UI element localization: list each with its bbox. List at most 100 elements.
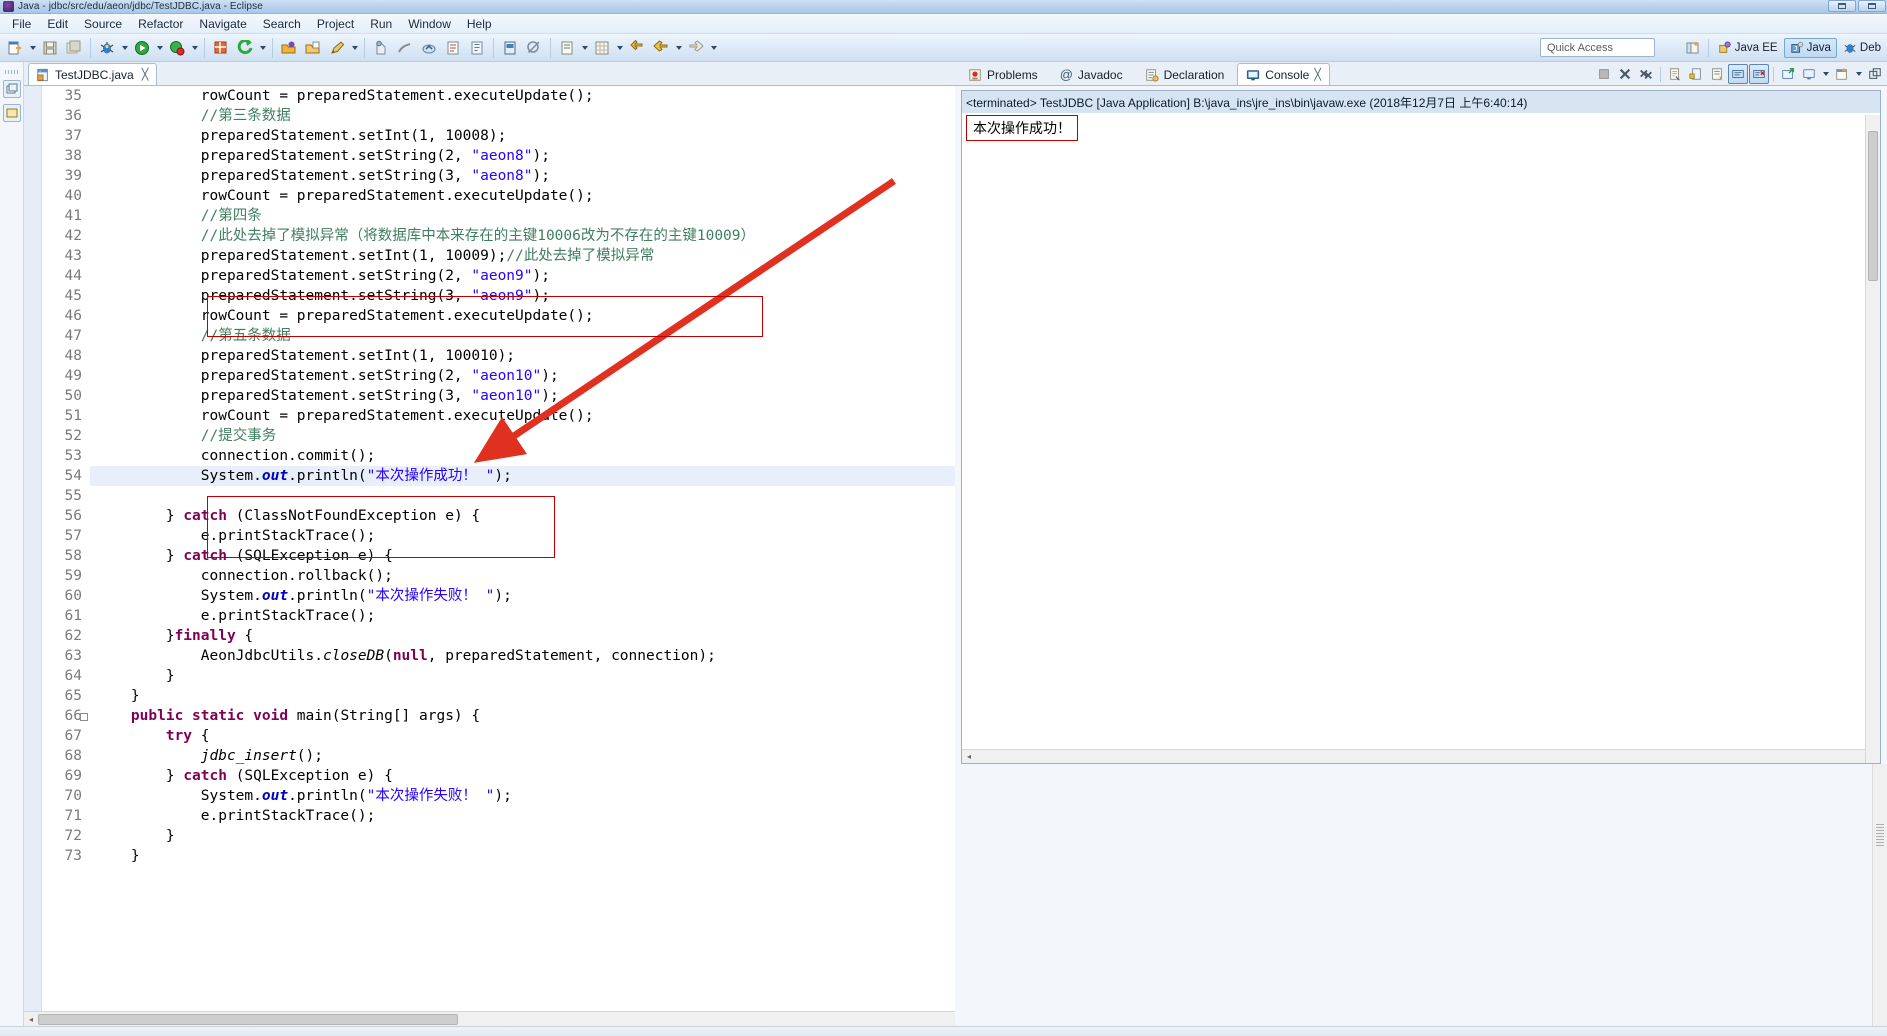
debug-button[interactable] bbox=[96, 37, 118, 59]
menu-file[interactable]: File bbox=[4, 15, 39, 33]
display-selected-console-button[interactable] bbox=[1799, 64, 1819, 84]
next-annotation-button[interactable] bbox=[442, 37, 464, 59]
search-dropdown[interactable] bbox=[349, 37, 360, 59]
tab-console[interactable]: Console ╳ bbox=[1237, 63, 1330, 85]
tab-problems[interactable]: Problems bbox=[959, 63, 1047, 85]
code-line[interactable]: } bbox=[90, 826, 955, 846]
save-all-button[interactable] bbox=[63, 37, 85, 59]
code-line[interactable]: //第五条数据 bbox=[90, 326, 955, 346]
menu-run[interactable]: Run bbox=[362, 15, 400, 33]
perspective-java[interactable]: J Java bbox=[1783, 38, 1837, 58]
show-console-on-output-button[interactable] bbox=[1728, 64, 1748, 84]
tab-javadoc[interactable]: @ Javadoc bbox=[1051, 63, 1132, 85]
perspective-switcher[interactable]: Java EE J Java Deb bbox=[1681, 36, 1887, 60]
code-line[interactable]: preparedStatement.setString(3, "aeon10")… bbox=[90, 386, 955, 406]
forward-dropdown[interactable] bbox=[708, 37, 719, 59]
menubar[interactable]: File Edit Source Refactor Navigate Searc… bbox=[0, 14, 1887, 34]
previous-annotation-button[interactable] bbox=[418, 37, 440, 59]
external-tools-dropdown[interactable] bbox=[257, 37, 268, 59]
code-line[interactable]: } bbox=[90, 666, 955, 686]
menu-refactor[interactable]: Refactor bbox=[130, 15, 191, 33]
back-button[interactable] bbox=[650, 37, 672, 59]
toggle-markoccurrences-button[interactable] bbox=[370, 37, 392, 59]
menu-edit[interactable]: Edit bbox=[39, 15, 76, 33]
open-console-dropdown[interactable] bbox=[1853, 63, 1864, 85]
back-dropdown[interactable] bbox=[673, 37, 684, 59]
display-console-dropdown[interactable] bbox=[1820, 63, 1831, 85]
task-repositories-button[interactable] bbox=[591, 37, 613, 59]
code-line[interactable]: } bbox=[90, 846, 955, 866]
code-line[interactable]: } catch (SQLException e) { bbox=[90, 766, 955, 786]
terminate-button[interactable] bbox=[1594, 64, 1614, 84]
code-line[interactable]: System.out.println("本次操作失败！ "); bbox=[90, 786, 955, 806]
fast-view-item-button[interactable] bbox=[2, 104, 21, 122]
code-line[interactable]: rowCount = preparedStatement.executeUpda… bbox=[90, 186, 955, 206]
code-line[interactable]: try { bbox=[90, 726, 955, 746]
code-line[interactable]: preparedStatement.setString(3, "aeon8"); bbox=[90, 166, 955, 186]
menu-project[interactable]: Project bbox=[309, 15, 362, 33]
console-horizontal-scrollbar[interactable]: ◂ ▸ bbox=[962, 749, 1880, 763]
perspective-debug[interactable]: Deb bbox=[1837, 38, 1887, 58]
quick-access-input[interactable]: Quick Access bbox=[1540, 38, 1655, 57]
remove-all-terminated-button[interactable] bbox=[1636, 64, 1656, 84]
code-line[interactable]: rowCount = preparedStatement.executeUpda… bbox=[90, 86, 955, 106]
save-button[interactable] bbox=[39, 37, 61, 59]
code-line[interactable]: System.out.println("本次操作失败！ "); bbox=[90, 586, 955, 606]
code-viewport[interactable]: 35 36 37 38 39 40 41 42 43 44 45 46 47 48 49 50 51 52 53 54… bbox=[24, 86, 955, 1011]
scroll-left-arrow-icon[interactable]: ◂ bbox=[24, 1015, 38, 1024]
perspective-java-ee[interactable]: Java EE bbox=[1712, 38, 1784, 58]
code-line[interactable]: System.out.println("本次操作成功！ "); bbox=[90, 466, 955, 486]
code-line[interactable]: preparedStatement.setString(2, "aeon8"); bbox=[90, 146, 955, 166]
fast-view-bar[interactable] bbox=[0, 62, 24, 1026]
restore-button[interactable] bbox=[1828, 0, 1856, 12]
code-line[interactable]: jdbc_insert(); bbox=[90, 746, 955, 766]
open-perspective-toolbar-button[interactable] bbox=[556, 37, 578, 59]
code-line[interactable]: preparedStatement.setString(2, "aeon10")… bbox=[90, 366, 955, 386]
code-line[interactable]: } catch (ClassNotFoundException e) { bbox=[90, 506, 955, 526]
open-task-button[interactable] bbox=[302, 37, 324, 59]
code-line[interactable]: connection.rollback(); bbox=[90, 566, 955, 586]
external-tools-button[interactable] bbox=[234, 37, 256, 59]
console-vertical-scrollbar[interactable] bbox=[1865, 115, 1880, 763]
toggle-block-selection-button[interactable] bbox=[523, 37, 545, 59]
clear-console-button[interactable] bbox=[1665, 64, 1685, 84]
show-console-on-error-button[interactable] bbox=[1749, 64, 1769, 84]
open-perspective-button[interactable] bbox=[1681, 37, 1705, 59]
menu-source[interactable]: Source bbox=[76, 15, 130, 33]
view-menu-button[interactable] bbox=[1865, 64, 1885, 84]
view-tabrow[interactable]: Problems @ Javadoc Declaration Console ╳ bbox=[955, 62, 1887, 86]
menu-help[interactable]: Help bbox=[459, 15, 500, 33]
console-vscroll-thumb[interactable] bbox=[1868, 131, 1878, 281]
run-button[interactable] bbox=[131, 37, 153, 59]
code-line[interactable]: preparedStatement.setInt(1, 10009);//此处去… bbox=[90, 246, 955, 266]
code-line[interactable]: } catch (SQLException e) { bbox=[90, 546, 955, 566]
task-repositories-dropdown[interactable] bbox=[614, 37, 625, 59]
fast-view-grip[interactable] bbox=[4, 70, 19, 74]
new-wizard-dropdown[interactable] bbox=[27, 37, 38, 59]
code-line[interactable]: e.printStackTrace(); bbox=[90, 526, 955, 546]
debug-dropdown[interactable] bbox=[119, 37, 130, 59]
last-edit-location-button[interactable] bbox=[466, 37, 488, 59]
code-line[interactable]: AeonJdbcUtils.closeDB(null, preparedStat… bbox=[90, 646, 955, 666]
scroll-lock-button[interactable] bbox=[1686, 64, 1706, 84]
main-toolbar[interactable]: Quick Access Java EE J Java Deb bbox=[0, 34, 1887, 62]
code-line[interactable]: e.printStackTrace(); bbox=[90, 606, 955, 626]
close-icon[interactable]: ╳ bbox=[1314, 68, 1321, 81]
code-line[interactable]: preparedStatement.setInt(1, 10008); bbox=[90, 126, 955, 146]
console-output-text[interactable]: 本次操作成功！ bbox=[962, 113, 1880, 749]
maximize-button[interactable] bbox=[1858, 0, 1886, 12]
code-line[interactable]: }finally { bbox=[90, 626, 955, 646]
run-dropdown[interactable] bbox=[154, 37, 165, 59]
open-type-button[interactable] bbox=[278, 37, 300, 59]
menu-navigate[interactable]: Navigate bbox=[191, 15, 254, 33]
open-console-button[interactable] bbox=[1832, 64, 1852, 84]
editor-tabrow[interactable]: J TestJDBC.java ╳ bbox=[24, 62, 955, 86]
source-code[interactable]: rowCount = preparedStatement.executeUpda… bbox=[90, 86, 955, 1011]
forward-button[interactable] bbox=[685, 37, 707, 59]
code-line[interactable]: //第四条 bbox=[90, 206, 955, 226]
code-line[interactable]: //提交事务 bbox=[90, 426, 955, 446]
code-line[interactable]: } bbox=[90, 686, 955, 706]
editor-horizontal-scrollbar[interactable]: ◂ bbox=[24, 1011, 955, 1026]
restore-package-explorer-button[interactable] bbox=[2, 80, 21, 98]
code-line[interactable]: rowCount = preparedStatement.executeUpda… bbox=[90, 406, 955, 426]
